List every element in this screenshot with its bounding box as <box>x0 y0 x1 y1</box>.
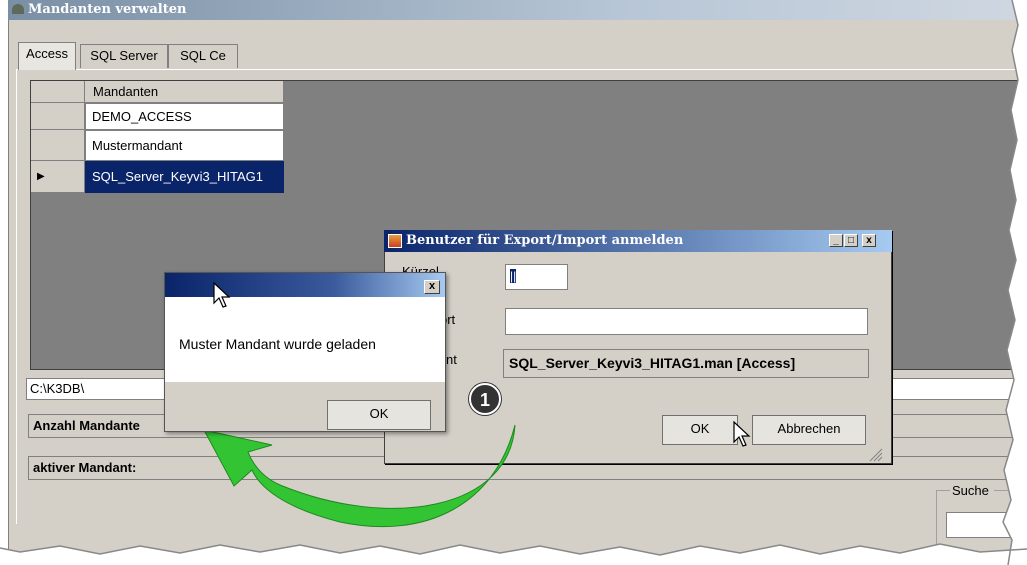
close-icon[interactable]: x <box>862 234 876 247</box>
suche-label: Suche <box>950 483 994 499</box>
kuerzel-value: || <box>510 269 517 283</box>
row-header[interactable] <box>31 103 85 130</box>
message-text: Muster Mandant wurde geladen <box>179 336 376 352</box>
abbrechen-button[interactable]: Abbrechen <box>752 415 866 445</box>
grid-column-header[interactable]: Mandanten <box>85 81 284 103</box>
maximize-icon[interactable]: □ <box>844 234 858 247</box>
passwort-input[interactable] <box>505 308 868 335</box>
table-row[interactable]: Mustermandant <box>85 130 284 161</box>
tab-sql-ce[interactable]: SQL Ce <box>168 44 238 68</box>
message-close-icon[interactable]: x <box>424 280 440 294</box>
table-row[interactable]: DEMO_ACCESS <box>85 103 284 130</box>
mandant-field: SQL_Server_Keyvi3_HITAG1.man [Access] <box>503 349 869 378</box>
label-passwort: ort <box>440 312 456 327</box>
label-mandant: nt <box>446 352 457 367</box>
grid-corner <box>31 81 85 103</box>
login-dialog-title: Benutzer für Export/Import anmelden <box>384 230 892 252</box>
minimize-icon[interactable]: _ <box>829 234 843 247</box>
dialog-app-icon <box>388 234 402 248</box>
step-badge: 1 <box>469 383 501 415</box>
main-title-text: Mandanten verwalten <box>28 2 187 17</box>
message-ok-button[interactable]: OK <box>327 400 431 430</box>
kuerzel-input[interactable]: || <box>505 264 568 290</box>
mouse-cursor-icon <box>733 421 751 447</box>
login-ok-button[interactable]: OK <box>662 415 738 445</box>
suche-input[interactable] <box>946 512 1027 538</box>
app-icon <box>12 4 24 14</box>
resize-grip-icon[interactable] <box>866 446 884 462</box>
tab-sql-server[interactable]: SQL Server <box>80 44 168 68</box>
row-indicator-icon: ▶ <box>31 161 85 193</box>
tab-access[interactable]: Access <box>18 42 76 70</box>
message-box-title <box>165 273 445 297</box>
main-window-title: Mandanten verwalten <box>8 0 1027 20</box>
login-dialog-title-text: Benutzer für Export/Import anmelden <box>406 233 684 248</box>
mouse-cursor-icon <box>213 282 231 308</box>
table-row-selected[interactable]: SQL_Server_Keyvi3_HITAG1 <box>85 161 284 193</box>
row-header[interactable] <box>31 130 85 161</box>
